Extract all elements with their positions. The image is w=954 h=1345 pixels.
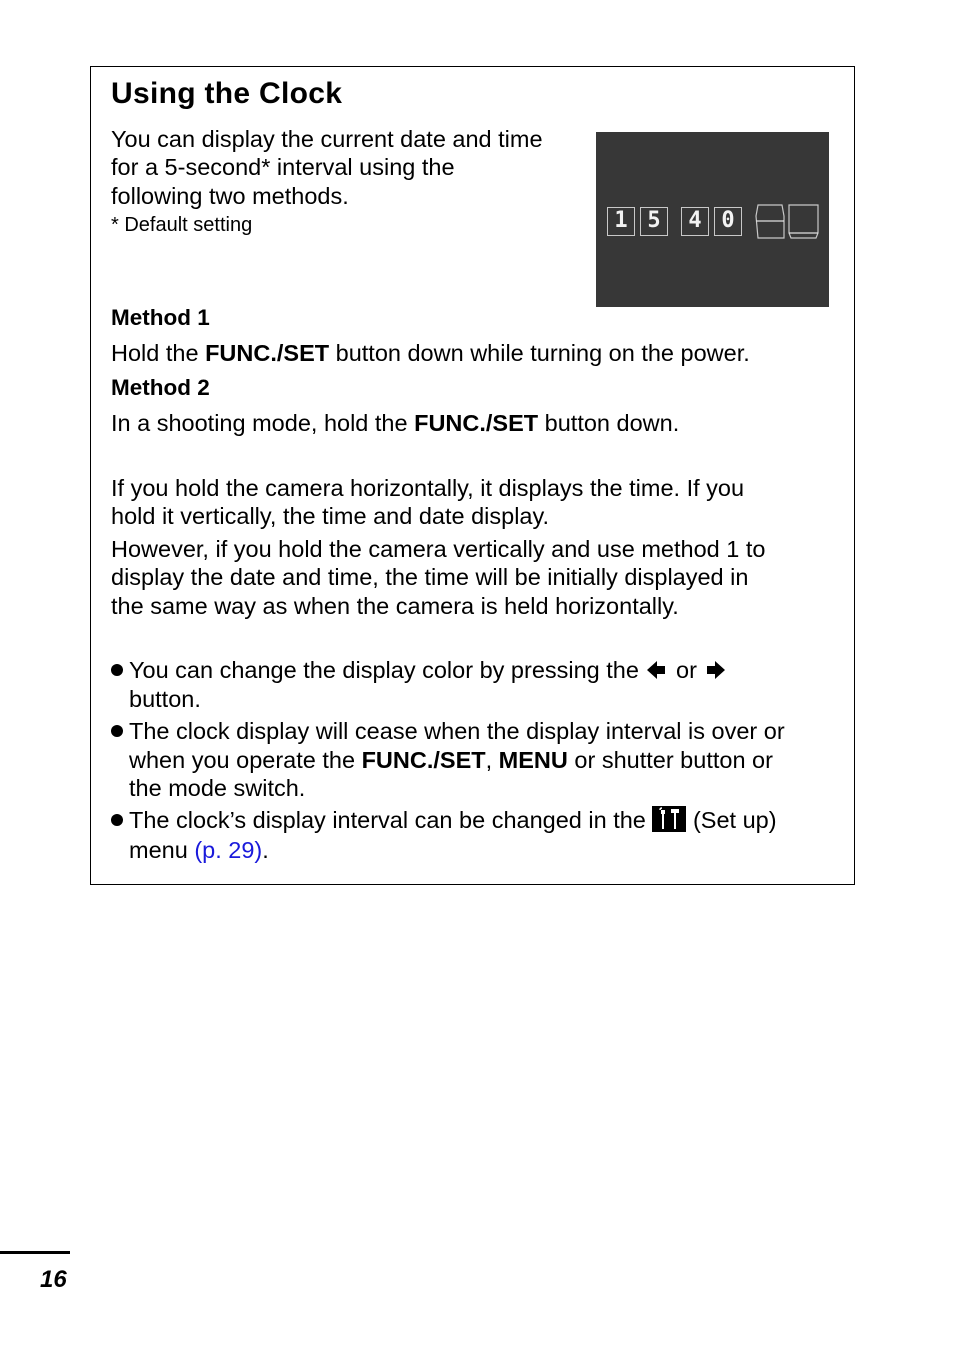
- bullet-3-line-2: menu (p. 29).: [129, 837, 269, 863]
- setup-menu-icon: [652, 806, 687, 832]
- method-1-heading: Method 1: [111, 305, 210, 330]
- clock-digit: 5: [640, 207, 668, 236]
- method-2-heading: Method 2: [111, 375, 210, 400]
- clock-digit: 1: [607, 207, 635, 236]
- bullet-2: The clock display will cease when the di…: [111, 717, 785, 746]
- clock-display-image: 1 5 4 0: [596, 132, 829, 307]
- paragraph-2-line-1: However, if you hold the camera vertical…: [111, 536, 766, 562]
- bullet-3: The clock’s display interval can be chan…: [111, 806, 777, 835]
- orientation-icon: [755, 204, 819, 239]
- bullet-dot: [111, 725, 123, 737]
- method-2-text: In a shooting mode, hold the FUNC./SET b…: [111, 410, 680, 436]
- paragraph-2-line-3: the same way as when the camera is held …: [111, 593, 679, 619]
- bullet-dot: [111, 814, 123, 826]
- page-29-link[interactable]: (p. 29): [194, 837, 262, 863]
- left-arrow-icon: [647, 661, 666, 679]
- paragraph-1-line-1: If you hold the camera horizontally, it …: [111, 475, 745, 501]
- clock-digit: 0: [714, 207, 742, 236]
- clock-digit: 4: [681, 207, 709, 236]
- intro-line-1: You can display the current date and tim…: [111, 126, 543, 152]
- paragraph-2-line-2: display the date and time, the time will…: [111, 564, 749, 590]
- footnote: * Default setting: [111, 214, 253, 236]
- right-arrow-icon: [707, 661, 726, 679]
- bullet-2-line-3: the mode switch.: [129, 775, 306, 801]
- bullet-1: You can change the display color by pres…: [111, 656, 727, 685]
- footer-rule: [0, 1251, 70, 1254]
- intro-line-2: for a 5-second* interval using the: [111, 154, 455, 180]
- page-number: 16: [40, 1266, 67, 1293]
- bullet-1-line-2: button.: [129, 686, 201, 712]
- clock-section-box: Using the Clock You can display the curr…: [90, 66, 855, 885]
- section-title: Using the Clock: [111, 77, 343, 110]
- paragraph-1-line-2: hold it vertically, the time and date di…: [111, 503, 550, 529]
- bullet-dot: [111, 664, 123, 676]
- intro-line-3: following two methods.: [111, 183, 349, 209]
- method-1-text: Hold the FUNC./SET button down while tur…: [111, 340, 750, 366]
- bullet-2-line-2: when you operate the FUNC./SET, MENU or …: [129, 747, 773, 773]
